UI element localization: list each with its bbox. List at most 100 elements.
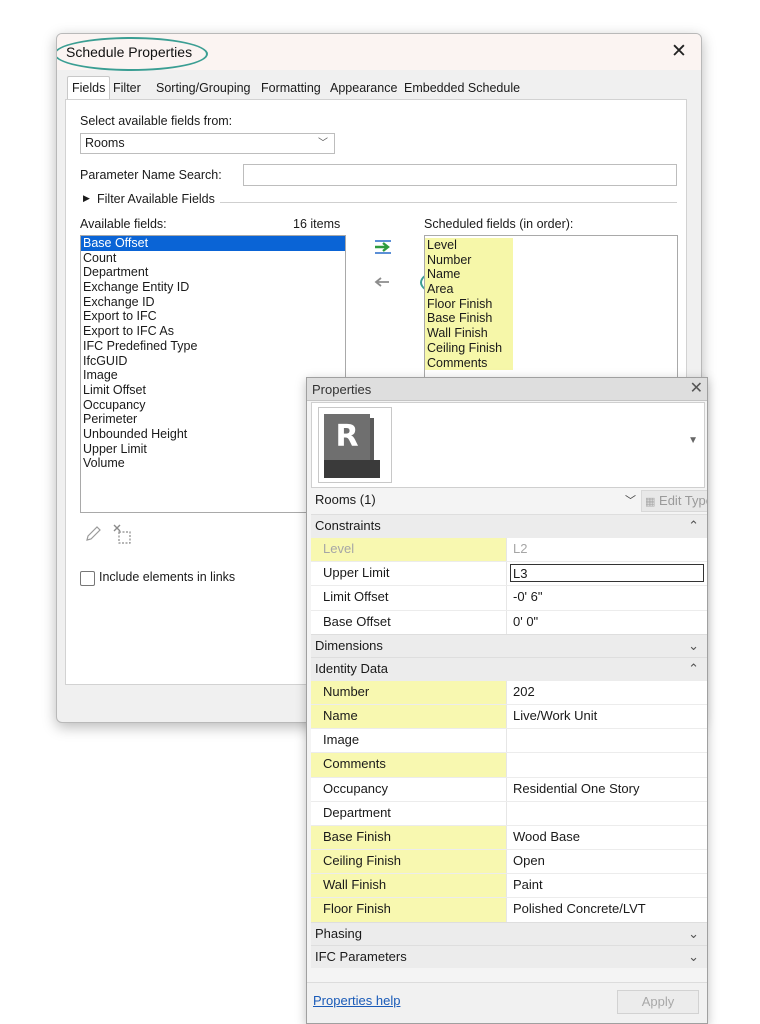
scheduled-field-item[interactable]: Floor Finish (425, 296, 513, 312)
scheduled-field-item[interactable]: Number (425, 252, 513, 268)
property-value[interactable]: L3 (510, 564, 704, 583)
property-row[interactable]: Department (311, 800, 707, 825)
properties-grid: Constraints ⌃ Level L2 Upper Limit L3 Limit Of… (311, 514, 707, 968)
revit-logo-letter: R (324, 414, 370, 460)
expand-chevron-icon[interactable]: ⌄ (688, 923, 699, 945)
filter-available-expander[interactable]: ▶ Filter Available Fields (80, 192, 677, 210)
property-value[interactable]: Polished Concrete/LVT (513, 898, 707, 921)
tab-embedded-schedule[interactable]: Embedded Schedule (399, 76, 525, 99)
property-name: Image (311, 729, 507, 753)
property-name: Occupancy (311, 777, 507, 801)
property-value[interactable]: 0' 0" (513, 611, 707, 634)
param-search-input[interactable] (243, 164, 677, 186)
group-header[interactable]: Phasing ⌄ (311, 921, 707, 945)
group-title: IFC Parameters (315, 948, 407, 964)
property-row[interactable]: Image (311, 728, 707, 753)
available-field-item[interactable]: Export to IFC (81, 309, 345, 324)
property-row[interactable]: Base Finish Wood Base (311, 824, 707, 850)
scheduled-field-item[interactable]: Base Finish (425, 311, 513, 327)
property-row[interactable]: Occupancy Residential One Story (311, 776, 707, 801)
properties-title-bar[interactable]: Properties ✕ (307, 378, 707, 401)
type-selector[interactable]: R ▼ (311, 402, 705, 488)
expand-chevron-icon[interactable]: ⌄ (688, 946, 699, 968)
available-field-item[interactable]: Count (81, 251, 345, 266)
expand-triangle-icon: ▶ (83, 193, 90, 203)
property-value[interactable]: Paint (513, 874, 707, 897)
property-row[interactable]: Name Live/Work Unit (311, 703, 707, 729)
edit-parameter-button[interactable] (84, 525, 102, 543)
available-field-item[interactable]: Export to IFC As (81, 324, 345, 339)
collapse-chevron-icon[interactable]: ⌃ (688, 515, 699, 537)
scheduled-field-item[interactable]: Level (425, 238, 513, 253)
property-value[interactable] (513, 753, 707, 776)
available-fields-label: Available fields: (80, 217, 167, 231)
apply-button[interactable]: Apply (617, 990, 699, 1014)
include-links-option[interactable]: Include elements in links (80, 570, 260, 588)
available-field-item[interactable]: IfcGUID (81, 354, 345, 369)
property-row[interactable]: Comments (311, 752, 707, 777)
property-row[interactable]: Base Offset 0' 0" (311, 609, 707, 634)
scheduled-field-item[interactable]: Name (425, 267, 513, 283)
property-row[interactable]: Wall Finish Paint (311, 873, 707, 898)
available-field-item[interactable]: Department (81, 265, 345, 280)
properties-help-link[interactable]: Properties help (313, 993, 400, 1008)
properties-palette: Properties ✕ R ▼ Rooms (1) ﹀ ▦ Edit Type… (306, 377, 708, 1024)
expand-chevron-icon[interactable]: ⌄ (688, 635, 699, 657)
scheduled-field-item[interactable]: Wall Finish (425, 326, 513, 341)
available-field-item[interactable]: Base Offset (81, 236, 345, 251)
chevron-down-icon[interactable]: ▼ (688, 435, 698, 446)
selection-filter[interactable]: Rooms (1) (315, 492, 376, 507)
group-header[interactable]: Dimensions ⌄ (311, 633, 707, 657)
edit-type-icon: ▦ (645, 496, 656, 508)
available-field-item[interactable]: Exchange Entity ID (81, 280, 345, 295)
tab-fields[interactable]: Fields (67, 76, 111, 101)
tab-sorting-grouping[interactable]: Sorting/Grouping (151, 76, 256, 99)
property-value[interactable]: Residential One Story (513, 778, 707, 801)
property-row[interactable]: Ceiling Finish Open (311, 849, 707, 874)
scheduled-field-item[interactable]: Ceiling Finish (425, 340, 513, 356)
close-icon[interactable]: ✕ (667, 40, 691, 64)
property-name: Base Offset (311, 610, 507, 634)
delete-parameter-button[interactable] (112, 523, 134, 545)
property-row[interactable]: Floor Finish Polished Concrete/LVT (311, 897, 707, 922)
group-header[interactable]: IFC Parameters ⌄ (311, 944, 707, 968)
include-links-checkbox[interactable] (80, 571, 95, 586)
available-field-item[interactable]: Exchange ID (81, 295, 345, 310)
group-header[interactable]: Identity Data ⌃ (311, 656, 707, 680)
tab-formatting[interactable]: Formatting (256, 76, 326, 99)
property-value[interactable] (513, 729, 707, 752)
tab-appearance[interactable]: Appearance (325, 76, 402, 99)
divider (220, 202, 677, 203)
property-row[interactable]: Level L2 (311, 537, 707, 562)
property-value[interactable]: Open (513, 850, 707, 873)
chevron-down-icon[interactable]: ﹀ (625, 492, 636, 508)
group-header[interactable]: Constraints ⌃ (311, 514, 707, 537)
add-field-button[interactable] (372, 237, 394, 257)
property-value[interactable]: Live/Work Unit (513, 705, 707, 728)
property-name: Wall Finish (311, 874, 507, 898)
property-row[interactable]: Limit Offset -0' 6" (311, 585, 707, 610)
remove-field-button[interactable] (372, 275, 392, 289)
property-value[interactable] (513, 802, 707, 825)
tab-filter[interactable]: Filter (108, 76, 146, 99)
property-row[interactable]: Upper Limit L3 (311, 561, 707, 586)
available-field-item[interactable]: IFC Predefined Type (81, 339, 345, 354)
edit-type-button[interactable]: ▦ Edit Type (641, 490, 707, 512)
category-select[interactable]: Rooms ﹀ (80, 133, 335, 154)
property-value[interactable]: 202 (513, 681, 707, 704)
scheduled-field-item[interactable]: Area (425, 282, 513, 297)
property-row[interactable]: Number 202 (311, 679, 707, 704)
group-title: Constraints (315, 518, 381, 533)
scheduled-field-item[interactable]: Comments (425, 355, 513, 371)
property-name: Number (311, 680, 507, 704)
dialog-title-bar[interactable]: Schedule Properties ✕ (57, 34, 701, 71)
scheduled-fields-list[interactable]: Level Number Name Area Floor Finish Base Fini… (424, 235, 678, 389)
property-value[interactable]: Wood Base (513, 826, 707, 849)
property-value[interactable]: L2 (513, 538, 707, 561)
property-name: Upper Limit (311, 562, 507, 586)
collapse-chevron-icon[interactable]: ⌃ (688, 658, 699, 680)
property-value[interactable]: -0' 6" (513, 586, 707, 609)
property-name: Level (311, 538, 507, 562)
chevron-down-icon: ﹀ (318, 138, 328, 149)
close-icon[interactable]: ✕ (690, 379, 703, 399)
